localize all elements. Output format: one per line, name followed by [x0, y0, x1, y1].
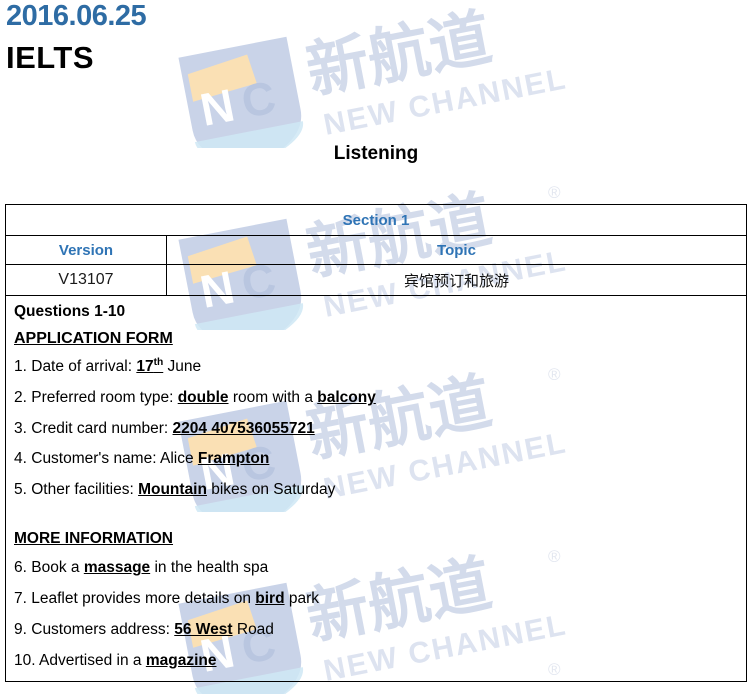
question-text-pre: Other facilities:: [26, 481, 139, 499]
question-item-10: 10. Advertised in a magazine: [14, 652, 746, 670]
question-answer: 56 West: [174, 620, 233, 638]
application-form-heading: APPLICATION FORM: [14, 330, 173, 347]
section-label-cell: Section 1: [5, 204, 747, 236]
svg-text:C: C: [237, 71, 280, 128]
question-item-2: 2. Preferred room type: double room with…: [14, 389, 746, 407]
question-answer: magazine: [145, 651, 217, 669]
question-answer: Mountain: [138, 481, 207, 499]
question-text-mid: room with a: [228, 388, 318, 406]
question-answer: double: [177, 388, 229, 406]
question-item-6: 6. Book a massage in the health spa: [14, 559, 746, 577]
question-answer: 2204 407536055721: [172, 419, 315, 437]
question-text-pre: Date of arrival:: [26, 358, 137, 375]
question-answer: Frampton: [197, 450, 270, 468]
question-number: 1.: [14, 358, 27, 375]
question-text-pre: Credit card number:: [26, 419, 173, 437]
exam-name-title: IELTS: [6, 40, 95, 75]
question-text-post: Road: [232, 620, 274, 638]
question-number: 4.: [14, 450, 27, 468]
question-item-7: 7. Leaflet provides more details on bird…: [14, 590, 746, 608]
question-item-1: 1. Date of arrival: 17th June: [14, 356, 746, 376]
question-number: 6.: [14, 559, 27, 577]
question-text-pre: Customer's name: Alice: [26, 450, 198, 468]
topic-value-cell: 宾馆预订和旅游: [166, 264, 747, 296]
question-answer: bird: [255, 589, 285, 607]
version-header-cell: Version: [5, 235, 167, 265]
question-text-post: June: [163, 358, 202, 375]
question-text-post: park: [284, 589, 320, 607]
question-text-post: in the health spa: [150, 559, 269, 577]
exam-date: 2016.06.25: [6, 0, 147, 32]
questions-range-label: Questions 1-10: [14, 303, 126, 320]
watermark-new-channel-logo: N C 新航道 NEW CHANNEL: [168, 1, 588, 166]
svg-text:NEW CHANNEL: NEW CHANNEL: [321, 62, 570, 142]
question-text-pre: Customers address:: [26, 620, 175, 638]
question-number: 3.: [14, 419, 27, 437]
table-row: Section 1: [5, 204, 747, 236]
table-row: V13107 宾馆预订和旅游: [5, 264, 747, 296]
answer-ordinal-suffix: th: [153, 356, 164, 368]
table-row: Version Topic: [5, 235, 747, 265]
topic-header-cell: Topic: [166, 235, 747, 265]
question-number: 2.: [14, 388, 27, 406]
question-text-pre: Book a: [26, 559, 84, 577]
registered-trademark-icon: ®: [548, 183, 561, 202]
section-info-table: Section 1 Version Topic V13107 宾馆预订和旅游 Q…: [5, 204, 747, 683]
question-item-9: 9. Customers address: 56 West Road: [14, 621, 746, 639]
question-number: 9.: [14, 620, 27, 638]
question-number: 7.: [14, 589, 27, 607]
question-text-post: bikes on Saturday: [206, 481, 336, 499]
question-answer: massage: [83, 559, 151, 577]
question-item-4: 4. Customer's name: Alice Frampton: [14, 450, 746, 468]
question-answer: 17th: [136, 356, 164, 375]
question-number: 5.: [14, 481, 27, 499]
question-answer-secondary: balcony: [317, 388, 376, 406]
questions-cell: Questions 1-10 APPLICATION FORM 1. Date …: [5, 294, 747, 683]
svg-text:N: N: [196, 79, 239, 136]
question-text-pre: Leaflet provides more details on: [26, 589, 256, 607]
version-value-cell: V13107: [5, 264, 167, 296]
page-title: Listening: [333, 143, 419, 164]
question-number: 10.: [14, 651, 36, 669]
svg-text:新航道: 新航道: [301, 8, 498, 108]
question-text-pre: Preferred room type:: [26, 388, 178, 406]
question-item-5: 5. Other facilities: Mountain bikes on S…: [14, 481, 746, 499]
more-information-heading: MORE INFORMATION: [14, 530, 174, 548]
question-item-3: 3. Credit card number: 2204 407536055721: [14, 420, 746, 438]
question-text-pre: Advertised in a: [35, 651, 146, 669]
answer-text: 17: [136, 358, 154, 375]
table-row: Questions 1-10 APPLICATION FORM 1. Date …: [5, 294, 747, 683]
